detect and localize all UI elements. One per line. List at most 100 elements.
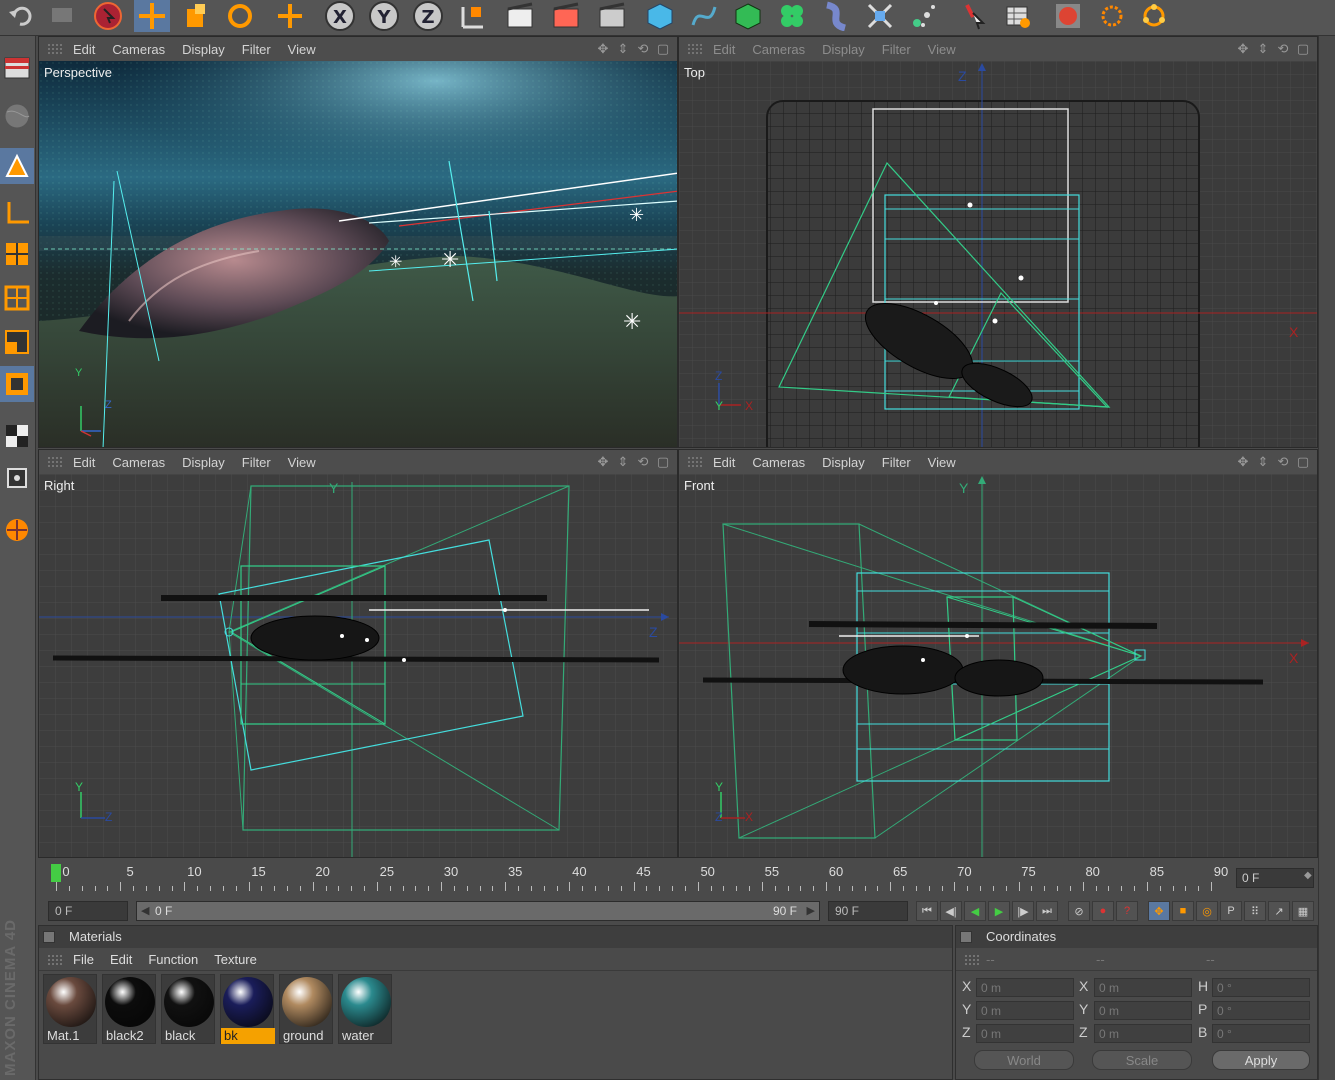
previous-key-icon[interactable]: ◀|: [940, 901, 962, 921]
size-y-field[interactable]: 0 m: [1094, 1001, 1192, 1020]
viewport-front[interactable]: Edit Cameras Display Filter View ✥⇕⟲▢: [678, 449, 1318, 858]
frame-range-slider[interactable]: ◀ 0 F 90 F ▶: [136, 901, 820, 921]
z-axis-lock-icon[interactable]: Z: [410, 0, 446, 32]
perspective-render[interactable]: ✳ ✳ ✳ ✳ Perspective Y Z: [39, 61, 677, 447]
y-axis-lock-icon[interactable]: Y: [366, 0, 402, 32]
material-swatch[interactable]: Mat.1: [43, 974, 97, 1044]
range-right-arrow-icon[interactable]: ▶: [807, 904, 815, 917]
model-mode-icon[interactable]: [0, 148, 34, 184]
front-view[interactable]: Front Y X Y Z X: [679, 474, 1317, 857]
grip-icon[interactable]: [47, 43, 63, 55]
rot-h-field[interactable]: 0 °: [1212, 978, 1310, 997]
undo-icon[interactable]: [2, 0, 38, 32]
spline-pen-icon[interactable]: [686, 0, 722, 32]
range-left-arrow-icon[interactable]: ◀: [141, 904, 149, 917]
coordinate-system-icon[interactable]: [454, 0, 490, 32]
end-frame-field[interactable]: 90 F: [828, 901, 908, 921]
material-swatch[interactable]: water: [338, 974, 392, 1044]
points-mode-icon[interactable]: [0, 236, 34, 272]
menu-edit[interactable]: Edit: [73, 42, 95, 57]
menu-edit[interactable]: Edit: [73, 455, 95, 470]
record-motion-icon[interactable]: ⊘: [1068, 901, 1090, 921]
go-to-end-icon[interactable]: ⏭: [1036, 901, 1058, 921]
top-view[interactable]: Top Z X Z Y X: [679, 61, 1317, 447]
menu-filter[interactable]: Filter: [882, 455, 911, 470]
rot-b-field[interactable]: 0 °: [1212, 1024, 1310, 1043]
key-rotation-icon[interactable]: ◎: [1196, 901, 1218, 921]
menu-cameras[interactable]: Cameras: [112, 42, 165, 57]
menu-view[interactable]: View: [928, 455, 956, 470]
redo-icon[interactable]: [44, 0, 80, 32]
viewport-perspective[interactable]: Edit Cameras Display Filter View ✥⇕⟲▢: [38, 36, 678, 448]
menu-display[interactable]: Display: [822, 455, 865, 470]
live-selection-icon[interactable]: [90, 0, 126, 32]
rotate-icon[interactable]: [222, 0, 258, 32]
menu-function[interactable]: Function: [148, 952, 198, 967]
cloner-icon[interactable]: [774, 0, 810, 32]
timeline[interactable]: 0 5 10 15 20 25 30 35 40 45 50 55 60 65 70 75 80 85 90 0 F…: [38, 858, 1318, 898]
key-point-level-icon[interactable]: ⠿: [1244, 901, 1266, 921]
right-view[interactable]: Right Y Z Y Z: [39, 474, 677, 857]
light-icon[interactable]: [956, 0, 992, 32]
coordinate-mode-dropdown[interactable]: World: [974, 1050, 1074, 1070]
key-parameter-icon[interactable]: P: [1220, 901, 1242, 921]
texture-mode-icon[interactable]: [0, 98, 34, 134]
grip-icon[interactable]: [47, 456, 63, 468]
dolly-icon[interactable]: ⇕: [1255, 41, 1271, 57]
material-swatch[interactable]: ground: [279, 974, 333, 1044]
pos-x-field[interactable]: 0 m: [976, 978, 1074, 997]
menu-display[interactable]: Display: [182, 455, 225, 470]
pan-icon[interactable]: ✥: [595, 41, 611, 57]
record-key-icon[interactable]: ●: [1092, 901, 1114, 921]
size-z-field[interactable]: 0 m: [1094, 1024, 1192, 1043]
dolly-icon[interactable]: ⇕: [615, 41, 631, 57]
maximize-icon[interactable]: ▢: [655, 454, 671, 470]
move-icon[interactable]: [134, 0, 170, 32]
menu-view[interactable]: View: [288, 42, 316, 57]
render-settings-icon[interactable]: [594, 0, 630, 32]
workplane-icon[interactable]: [0, 418, 34, 454]
dolly-icon[interactable]: ⇕: [615, 454, 631, 470]
grip-icon[interactable]: [687, 43, 703, 55]
menu-file[interactable]: File: [73, 952, 94, 967]
menu-filter[interactable]: Filter: [242, 455, 271, 470]
sculpt-icon[interactable]: [0, 512, 34, 548]
snap-icon[interactable]: [0, 460, 34, 496]
sun-icon[interactable]: [1094, 0, 1130, 32]
camera-icon[interactable]: [1000, 0, 1036, 32]
subdivision-surface-icon[interactable]: [730, 0, 766, 32]
playhead[interactable]: [51, 864, 61, 882]
interpolation-icon[interactable]: ↗: [1268, 901, 1290, 921]
uv-mode-icon[interactable]: [0, 366, 34, 402]
menu-filter[interactable]: Filter: [882, 42, 911, 57]
autokey-icon[interactable]: ?: [1116, 901, 1138, 921]
viewport-top[interactable]: Edit Cameras Display Filter View ✥⇕⟲▢: [678, 36, 1318, 448]
cube-primitive-icon[interactable]: [642, 0, 678, 32]
dolly-icon[interactable]: ⇕: [1255, 454, 1271, 470]
grip-icon[interactable]: [47, 953, 63, 966]
material-swatch[interactable]: black: [161, 974, 215, 1044]
spinner-icon[interactable]: ◆: [1304, 870, 1312, 881]
axis-mode-icon[interactable]: [0, 194, 34, 230]
scene-object-icon[interactable]: [862, 0, 898, 32]
viewport-right[interactable]: Edit Cameras Display Filter View ✥⇕⟲▢: [38, 449, 678, 858]
material-swatch[interactable]: bk: [220, 974, 275, 1044]
rot-p-field[interactable]: 0 °: [1212, 1001, 1310, 1020]
panel-menu-icon[interactable]: [43, 931, 55, 943]
menu-display[interactable]: Display: [822, 42, 865, 57]
apply-button[interactable]: Apply: [1212, 1050, 1310, 1070]
scale-icon[interactable]: [178, 0, 214, 32]
material-swatch[interactable]: black2: [102, 974, 156, 1044]
deformer-icon[interactable]: [818, 0, 854, 32]
menu-texture[interactable]: Texture: [214, 952, 257, 967]
menu-filter[interactable]: Filter: [242, 42, 271, 57]
pan-icon[interactable]: ✥: [595, 454, 611, 470]
scheme-icon[interactable]: ▦: [1292, 901, 1314, 921]
grip-icon[interactable]: [964, 953, 980, 966]
maximize-icon[interactable]: ▢: [655, 41, 671, 57]
render-picture-viewer-icon[interactable]: [548, 0, 584, 32]
right-panel-edge[interactable]: [1318, 36, 1335, 1080]
particle-icon[interactable]: [906, 0, 942, 32]
pan-icon[interactable]: ✥: [1235, 454, 1251, 470]
key-scale-icon[interactable]: ■: [1172, 901, 1194, 921]
